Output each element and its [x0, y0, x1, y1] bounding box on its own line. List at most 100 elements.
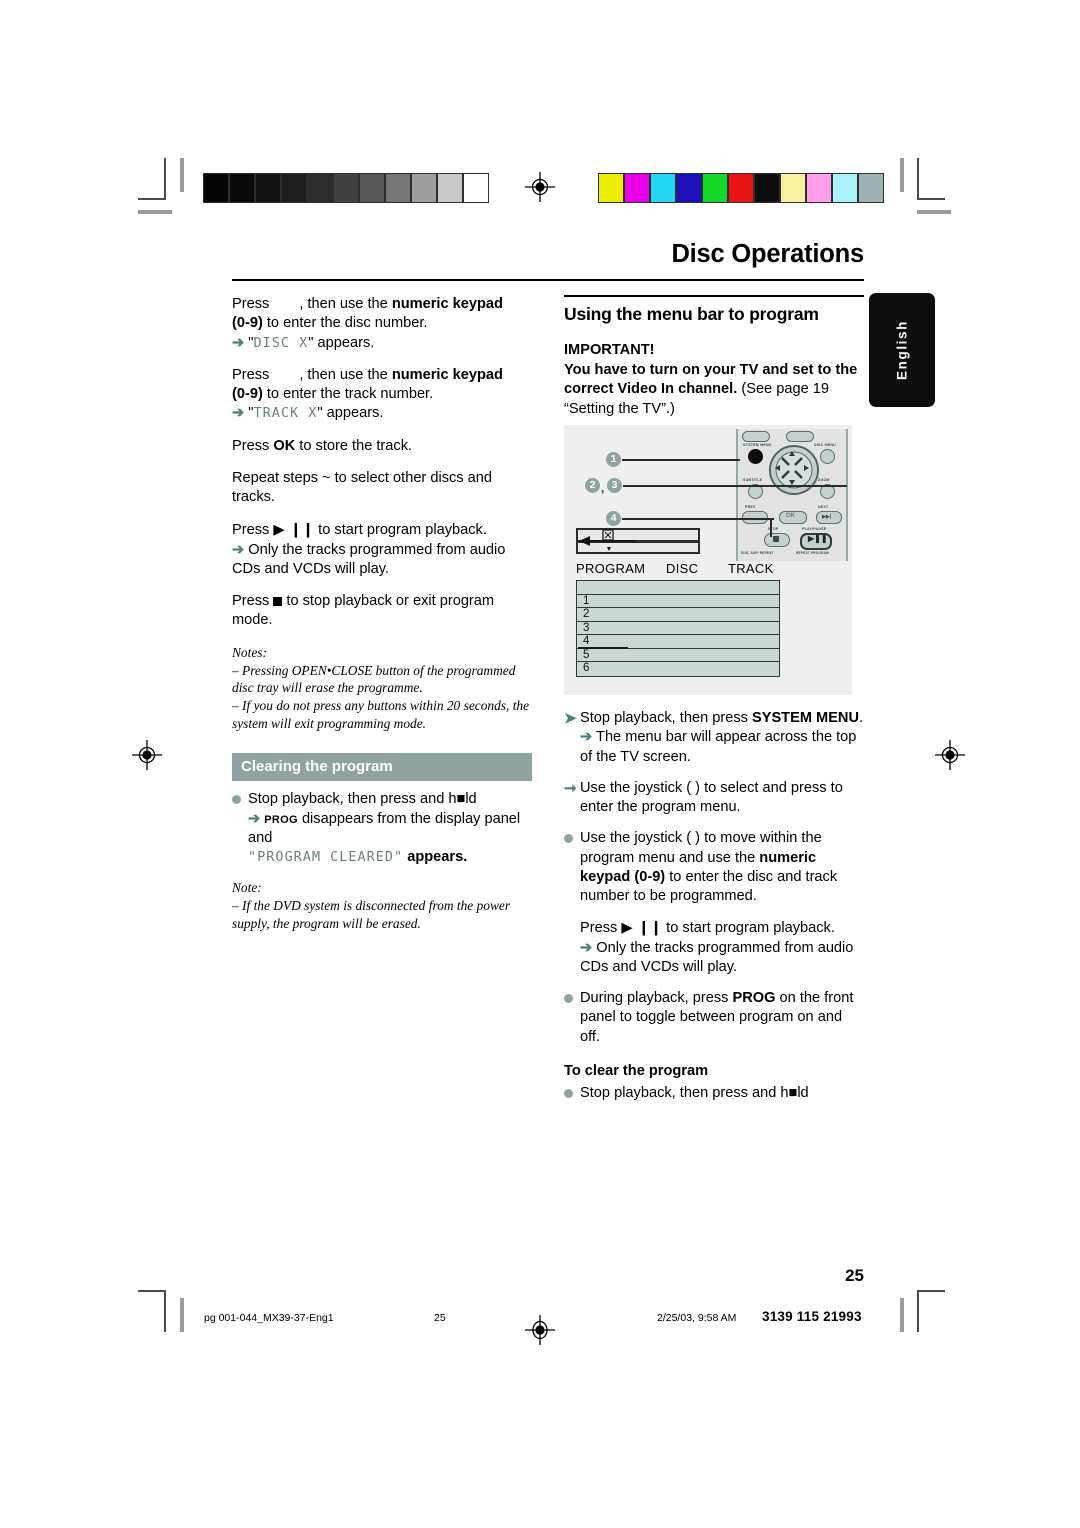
step-joystick-select: ➞ Use the joystick ( ) to select and pre…: [564, 779, 864, 818]
page-content: Disc Operations Press , then use the nume…: [232, 240, 864, 1115]
quote-close-disc: " appears.: [308, 334, 375, 351]
color-swatch-2: [650, 173, 676, 203]
gray-swatch-7: [385, 173, 411, 203]
right-column: Using the menu bar to program IMPORTANT!…: [564, 295, 864, 1115]
program-table-headers: PROGRAM DISC TRACK: [576, 561, 780, 576]
program-menu-illustration: SYSTEM MENU DISC MENU SUBTITLE ZOOM PREV…: [564, 425, 852, 696]
label-repeat-program: REPEAT PROGRAM: [796, 551, 830, 556]
step-track-rest: to enter the track number.: [262, 386, 434, 403]
label-zoom: ZOOM: [818, 478, 830, 483]
program-table-row-3[interactable]: 3: [577, 622, 779, 636]
step-clear-program: Stop playback, then press and h■ld: [564, 1084, 864, 1103]
gray-swatch-5: [333, 173, 359, 203]
label-next: NEXT: [818, 505, 829, 510]
clearing-bullet-text: Stop playback, then press and h■ld: [248, 791, 477, 808]
stop-square-icon: [773, 536, 779, 543]
table-row-4-underline: [578, 647, 628, 649]
bullet-dot-icon: [232, 790, 248, 867]
table-header-program: PROGRAM: [576, 561, 646, 577]
crop-mark-tr-h: [917, 198, 945, 200]
step2-pre: Use the joystick (: [580, 779, 696, 796]
clearing-program-bullet: Stop playback, then press and h■ld ➔ PRO…: [232, 790, 532, 867]
program-table-row-6[interactable]: 6: [577, 662, 779, 676]
crop-mark-tl-gray: [138, 210, 172, 214]
gray-swatch-0: [203, 173, 229, 203]
display-text-program-cleared: "PROGRAM CLEARED": [248, 849, 404, 866]
step-track-range: (0-9): [232, 386, 263, 403]
color-swatch-1: [624, 173, 650, 203]
step-play-rest: to start program playback.: [314, 522, 487, 539]
manual-page: English Disc Operations Press , then use …: [0, 0, 1080, 1528]
gray-swatch-3: [281, 173, 307, 203]
bullet-dot-icon-3: [564, 989, 580, 1047]
ok-button-text: OK: [786, 513, 795, 520]
crop-mark-tr-v: [917, 158, 919, 200]
program-table-row-5[interactable]: 5: [577, 649, 779, 663]
step-arrow-icon-1: ➤: [564, 710, 577, 728]
note-item-1: – Pressing OPEN•CLOSE button of the prog…: [232, 662, 516, 696]
crop-mark-br-v: [917, 1290, 919, 1332]
step-start-playback-right: Press ▶ ❙❙ to start program playback. ➔ …: [564, 918, 864, 977]
title-divider: [232, 279, 864, 282]
step-joystick-move: Use the joystick ( ) to move within the …: [564, 829, 864, 906]
play-pause-icon-glyph: ▶❚❚: [808, 534, 828, 544]
step-disc-number: Press , then use the numeric keypad (0-9)…: [232, 295, 532, 353]
language-tab-english: English: [869, 293, 935, 407]
important-block: IMPORTANT! You have to turn on your TV a…: [564, 341, 864, 419]
register-mark-bottom: [525, 1315, 555, 1345]
color-swatch-5: [728, 173, 754, 203]
sub-arrow-icon: ➔: [232, 541, 245, 558]
play-pause-icon: ▶ ❙❙: [273, 521, 315, 539]
step-system-menu: ➤ Stop playback, then press SYSTEM MENU.…: [564, 709, 864, 767]
quote-close-track: " appears.: [317, 405, 384, 422]
program-table-row-2[interactable]: 2: [577, 608, 779, 622]
play-step-sub-arrow-icon: ➔: [580, 939, 593, 956]
step-stop-pre: Press: [232, 593, 274, 610]
program-table: 123456: [576, 580, 780, 677]
color-calibration-strip: [598, 173, 884, 203]
step1-pre: Stop playback, then press: [580, 710, 752, 727]
system-menu-button[interactable]: [748, 449, 763, 465]
step1-sub-arrow-icon: ➔: [580, 729, 593, 746]
gray-swatch-8: [411, 173, 437, 203]
gray-swatch-2: [255, 173, 281, 203]
bullet-dot-icon-2: [564, 829, 580, 906]
step-play-sub: Only the tracks programmed from audio CD…: [232, 541, 506, 577]
bullet-spacer-1: [564, 918, 580, 977]
step-joystick-select-body: Use the joystick ( ) to select and press…: [580, 779, 864, 818]
step-track-keypad: numeric keypad: [391, 366, 503, 383]
step3-range: (0-9): [634, 868, 666, 885]
step1-post: .: [859, 710, 864, 727]
color-swatch-3: [676, 173, 702, 203]
program-table-row-header[interactable]: [577, 581, 779, 595]
joystick-left-arrow: [775, 465, 780, 472]
prog-step-pre: During playback, press: [580, 990, 733, 1007]
crop-mark-tr-gray-v: [900, 158, 904, 192]
label-disc-menu: DISC MENU: [814, 443, 836, 448]
table-header-track: TRACK: [728, 561, 774, 577]
remote-control-graphic: SYSTEM MENU DISC MENU SUBTITLE ZOOM PREV…: [736, 429, 848, 562]
callout-3-line: [623, 485, 847, 487]
bullet-dot-icon-4: [564, 1084, 580, 1103]
clear-step-body: Stop playback, then press and h■ld: [580, 1084, 809, 1101]
play-pause-icon-right: ▶ ❙❙: [621, 919, 663, 937]
disc-menu-button[interactable]: [820, 449, 835, 465]
step-system-menu-body: Stop playback, then press SYSTEM MENU. ➔…: [580, 709, 864, 767]
label-prev: PREV: [745, 505, 756, 510]
step1-sub: The menu bar will appear across the top …: [580, 729, 857, 765]
joystick-control[interactable]: [769, 445, 819, 496]
play-step-pre: Press: [580, 920, 622, 937]
color-swatch-4: [702, 173, 728, 203]
note-power-text: – If the DVD system is disconnected from…: [232, 898, 511, 932]
clearing-arrow-icon: ➔: [248, 810, 261, 827]
crop-mark-tl-v: [164, 158, 166, 200]
gray-swatch-6: [359, 173, 385, 203]
program-table-row-1[interactable]: 1: [577, 595, 779, 609]
step-arrow-icon-2: ➞: [564, 779, 577, 797]
system-menu-label: SYSTEM MENU: [751, 710, 860, 727]
section-header-clearing-program: Clearing the program: [232, 753, 532, 782]
step-track-mid: , then use the: [299, 366, 392, 383]
label-play-pause: PLAY/PAUSE: [802, 527, 827, 532]
display-panel-graphic: [576, 528, 700, 555]
joystick-right-arrow: [804, 465, 809, 472]
